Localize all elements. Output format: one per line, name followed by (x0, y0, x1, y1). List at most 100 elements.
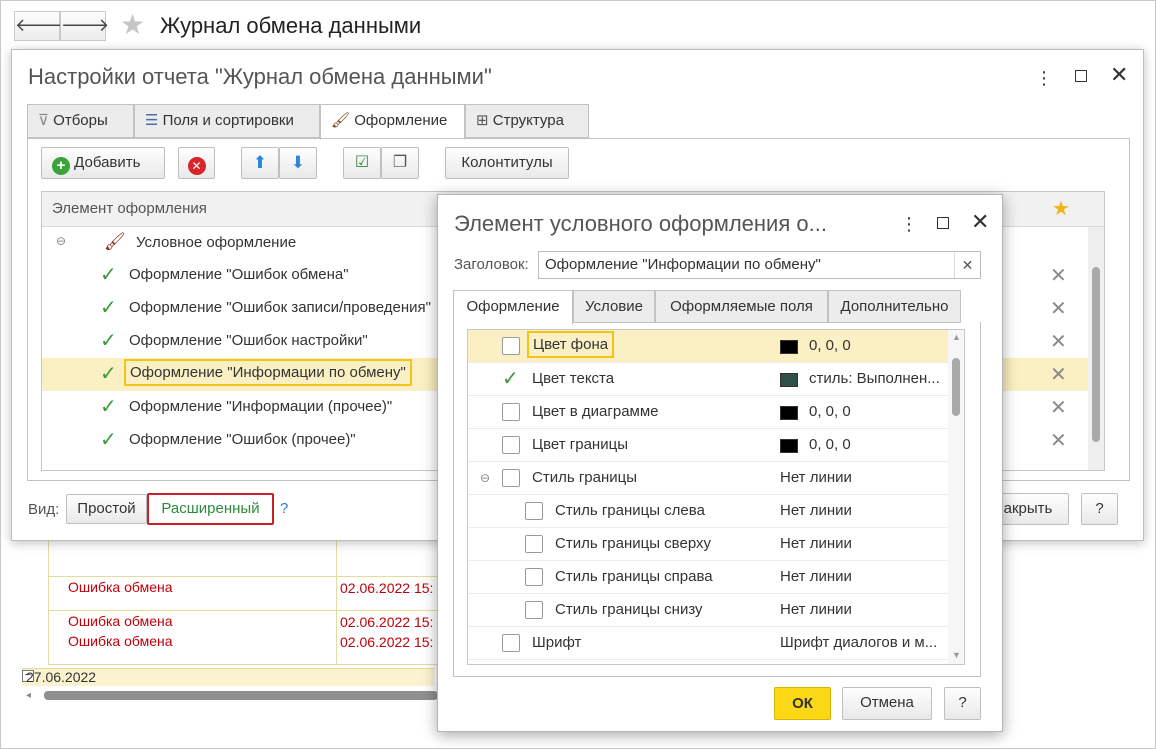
more-icon[interactable]: ⋮ (900, 214, 918, 234)
checkbox[interactable] (502, 436, 520, 454)
property-row[interactable]: Цвет границы 0, 0, 0 (468, 429, 948, 462)
more-icon[interactable]: ⋮ (1035, 68, 1053, 88)
close-icon[interactable]: ✕ (971, 211, 989, 233)
property-value[interactable]: Нет линии (780, 568, 852, 585)
uncheck-all-button[interactable]: ❐ (381, 147, 419, 179)
checkbox-checked[interactable]: ✓ (100, 364, 120, 384)
checkbox[interactable] (502, 634, 520, 652)
arrow-right-icon: 🡒 (61, 15, 110, 35)
checkbox-checked[interactable]: ✓ (100, 265, 120, 285)
property-row[interactable]: Стиль границы снизу Нет линии (468, 594, 948, 627)
tab-filters[interactable]: ⊽ Отборы (27, 104, 134, 138)
maximize-icon[interactable] (1075, 70, 1087, 82)
tab-structure[interactable]: ⊞ Структура (465, 104, 589, 138)
color-swatch (780, 406, 798, 420)
property-row[interactable]: Стиль границы слева Нет линии (468, 495, 948, 528)
report-cell-type: Ошибка обмена (68, 579, 173, 595)
property-row[interactable]: Цвет фона 0, 0, 0 (468, 330, 948, 363)
checkbox[interactable] (525, 502, 543, 520)
maximize-icon[interactable] (937, 217, 949, 229)
property-value[interactable]: 0, 0, 0 (809, 403, 851, 420)
ok-button[interactable]: ОК (774, 687, 831, 720)
help-button[interactable]: ? (944, 687, 981, 720)
sort-icon: ☰ (145, 112, 159, 129)
property-row[interactable]: Цвет в диаграмме 0, 0, 0 (468, 396, 948, 429)
check-all-button[interactable]: ☑ (343, 147, 381, 179)
help-link[interactable]: ? (280, 500, 288, 517)
checkbox-checked[interactable]: ✓ (502, 369, 522, 389)
property-value[interactable]: Нет линии (780, 502, 852, 519)
cancel-button[interactable]: Отмена (842, 687, 932, 720)
remove-icon[interactable]: ✕ (1050, 431, 1067, 451)
filter-icon: ⊽ (38, 112, 49, 129)
scroll-down-icon[interactable]: ▼ (952, 650, 961, 660)
report-cell-date: 02.06.2022 15: (340, 614, 434, 630)
clear-icon[interactable]: ✕ (954, 252, 980, 278)
checkbox-checked[interactable]: ✓ (100, 397, 120, 417)
property-value[interactable]: 0, 0, 0 (809, 337, 851, 354)
property-label: Стиль границы справа (555, 568, 713, 585)
remove-icon[interactable]: ✕ (1050, 266, 1067, 286)
property-value[interactable]: Нет линии (780, 535, 852, 552)
scroll-thumb[interactable] (952, 358, 960, 416)
format-properties-grid: Цвет фона 0, 0, 0 ✓ Цвет текста стиль: В… (467, 329, 965, 665)
tab-appearance[interactable]: 🖌 Оформление (320, 104, 465, 140)
scroll-thumb[interactable] (1092, 267, 1100, 442)
property-label: Стиль границы (532, 469, 638, 486)
property-label: Стиль границы сверху (555, 535, 711, 552)
property-row[interactable]: Шрифт Шрифт диалогов и м... (468, 627, 948, 660)
property-value[interactable]: Нет линии (780, 469, 852, 486)
add-button[interactable]: + Добавить (41, 147, 165, 179)
uncheck-all-icon: ❐ (392, 154, 408, 171)
checkbox-checked[interactable]: ✓ (100, 298, 120, 318)
delete-button[interactable]: ✕ (178, 147, 215, 179)
property-row[interactable]: Стиль границы сверху Нет линии (468, 528, 948, 561)
property-value[interactable]: стиль: Выполнен... (809, 370, 940, 387)
remove-icon[interactable]: ✕ (1050, 332, 1067, 352)
properties-vscrollbar[interactable]: ▲ ▼ (948, 330, 964, 664)
favorite-star-icon[interactable]: ★ (120, 10, 145, 40)
remove-icon[interactable]: ✕ (1050, 299, 1067, 319)
help-button[interactable]: ? (1081, 493, 1118, 525)
back-button[interactable]: 🡐 (14, 11, 63, 41)
forward-button[interactable]: 🡒 (60, 11, 110, 41)
view-simple-button[interactable]: Простой (66, 494, 147, 524)
checkbox[interactable] (502, 337, 520, 355)
remove-icon[interactable]: ✕ (1050, 365, 1067, 385)
property-row[interactable]: ✓ Цвет текста стиль: Выполнен... (468, 363, 948, 396)
view-extended-button[interactable]: Расширенный (147, 493, 274, 525)
checkbox[interactable] (525, 601, 543, 619)
checkbox[interactable] (525, 535, 543, 553)
tab-formatted-fields[interactable]: Оформляемые поля (655, 290, 828, 323)
caption-input[interactable]: Оформление "Информации по обмену" ✕ (538, 251, 981, 279)
checkbox[interactable] (525, 568, 543, 586)
collapse-icon[interactable]: ⊖ (56, 234, 66, 248)
property-value[interactable]: Шрифт диалогов и м... (780, 634, 937, 651)
property-row[interactable]: Стиль границы справа Нет линии (468, 561, 948, 594)
report-hscrollbar[interactable] (44, 691, 438, 700)
conditional-format-dialog: Элемент условного оформления о... ⋮ ✕ За… (437, 194, 1003, 732)
property-value[interactable]: 0, 0, 0 (809, 436, 851, 453)
tab-additional[interactable]: Дополнительно (828, 290, 961, 323)
property-row[interactable]: ⊖ Стиль границы Нет линии (468, 462, 948, 495)
collapse-icon[interactable]: ⊖ (480, 471, 490, 485)
dialog-title: Элемент условного оформления о... (454, 211, 827, 236)
grid-vscrollbar[interactable] (1088, 227, 1104, 470)
close-icon[interactable]: ✕ (1110, 64, 1128, 86)
property-label: Стиль границы слева (555, 502, 705, 519)
tab-fields-sorting[interactable]: ☰ Поля и сортировки (134, 104, 320, 138)
scroll-left-icon[interactable]: ◂ (26, 690, 31, 701)
property-value[interactable]: Нет линии (780, 601, 852, 618)
checkbox[interactable] (502, 469, 520, 487)
checkbox-checked[interactable]: ✓ (100, 430, 120, 450)
tab-format[interactable]: Оформление (453, 290, 573, 325)
move-up-button[interactable]: ⬆ (241, 147, 279, 179)
move-down-button[interactable]: ⬇ (279, 147, 317, 179)
tab-condition[interactable]: Условие (573, 290, 655, 323)
group-label: Условное оформление (136, 234, 297, 251)
checkbox-checked[interactable]: ✓ (100, 331, 120, 351)
headers-footers-button[interactable]: Колонтитулы (445, 147, 569, 179)
checkbox[interactable] (502, 403, 520, 421)
remove-icon[interactable]: ✕ (1050, 398, 1067, 418)
scroll-up-icon[interactable]: ▲ (952, 332, 961, 342)
